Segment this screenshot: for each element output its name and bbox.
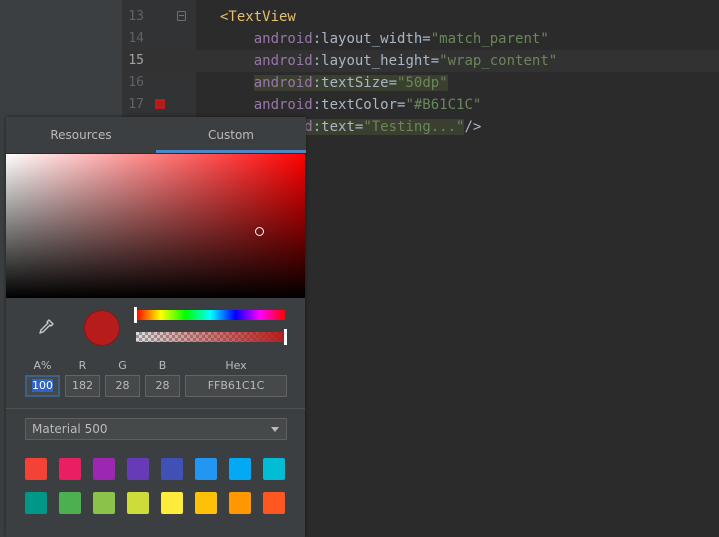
current-color-preview [84,310,120,346]
code-line[interactable]: 16 android:textSize="50dp" [122,72,719,94]
color-swatch[interactable] [59,492,81,514]
code-line[interactable]: 17 android:textColor="#B61C1C" [122,94,719,116]
color-swatch[interactable] [127,458,149,480]
color-swatch[interactable] [59,458,81,480]
line-number: 14 [128,31,144,46]
color-swatch[interactable] [25,458,47,480]
tab-resources[interactable]: Resources [6,117,156,153]
color-swatch[interactable] [161,458,183,480]
alpha-value: 100 [32,379,53,392]
code-text: android:textSize="50dp" [220,72,448,94]
code-token: "match_parent" [430,31,549,47]
color-swatch[interactable] [195,492,217,514]
saturation-handle[interactable] [255,227,264,236]
label-hex: Hex [225,359,247,372]
color-swatch[interactable] [127,492,149,514]
color-swatch[interactable] [229,492,251,514]
code-line[interactable]: 13 <TextView [122,6,719,28]
code-text: android:layout_width="match_parent" [220,28,549,50]
color-swatch[interactable] [93,458,115,480]
code-line[interactable]: 14 android:layout_width="match_parent" [122,28,719,50]
separator [6,408,305,409]
color-swatch[interactable] [229,458,251,480]
code-text: android:textColor="#B61C1C" [220,94,482,116]
line-number: 15 [128,53,144,68]
picker-tabs: Resources Custom [6,117,306,154]
code-token: :text= [312,119,364,135]
color-swatch[interactable] [263,492,285,514]
code-token: android [253,53,313,69]
code-token: /> [464,119,482,135]
code-text: <TextView [220,6,296,28]
palette-dropdown-label: Material 500 [32,422,108,436]
code-token: "#B61C1C" [405,97,482,113]
chevron-down-icon [271,427,279,432]
color-gutter-icon[interactable] [155,99,165,109]
code-token: :textColor= [312,97,406,113]
tab-custom[interactable]: Custom [156,117,306,153]
code-token: android [253,97,313,113]
color-swatch[interactable] [25,492,47,514]
color-swatch[interactable] [195,458,217,480]
code-token: :layout_width= [312,31,431,47]
red-input[interactable]: 182 [65,375,100,397]
blue-input[interactable]: 28 [145,375,180,397]
code-token: :textSize= [312,75,398,91]
color-swatch[interactable] [263,458,285,480]
line-number: 16 [128,75,144,90]
color-swatch[interactable] [93,492,115,514]
color-swatch[interactable] [161,492,183,514]
code-line[interactable]: 15 android:layout_height="wrap_content" [122,50,719,72]
palette-dropdown[interactable]: Material 500 [25,418,287,440]
alpha-slider[interactable] [136,332,285,342]
hue-slider-handle[interactable] [134,307,137,323]
saturation-brightness-area[interactable] [6,154,305,298]
code-text: android:layout_height="wrap_content" [220,50,557,72]
alpha-input[interactable]: 100 [25,375,60,397]
alpha-slider-handle[interactable] [284,329,287,345]
hex-input[interactable]: FFB61C1C [185,375,287,397]
eyedropper-icon[interactable] [36,317,56,337]
code-token: android [253,31,313,47]
code-token: :layout_height= [312,53,440,69]
hue-slider[interactable] [136,310,285,320]
label-alpha: A% [33,359,52,372]
code-token: "50dp" [397,75,448,91]
code-token: <TextView [220,9,296,25]
code-token: "wrap_content" [439,53,558,69]
code-token: "Testing..." [363,119,465,135]
label-green: G [118,359,127,372]
line-number: 17 [128,97,144,112]
label-blue: B [158,359,167,372]
line-number: 13 [128,9,144,24]
label-red: R [78,359,87,372]
code-token: android [253,75,313,91]
color-picker-popup: Resources Custom A% R G B Hex 100 182 28… [6,117,306,537]
green-input[interactable]: 28 [105,375,140,397]
fold-icon[interactable] [177,11,186,21]
